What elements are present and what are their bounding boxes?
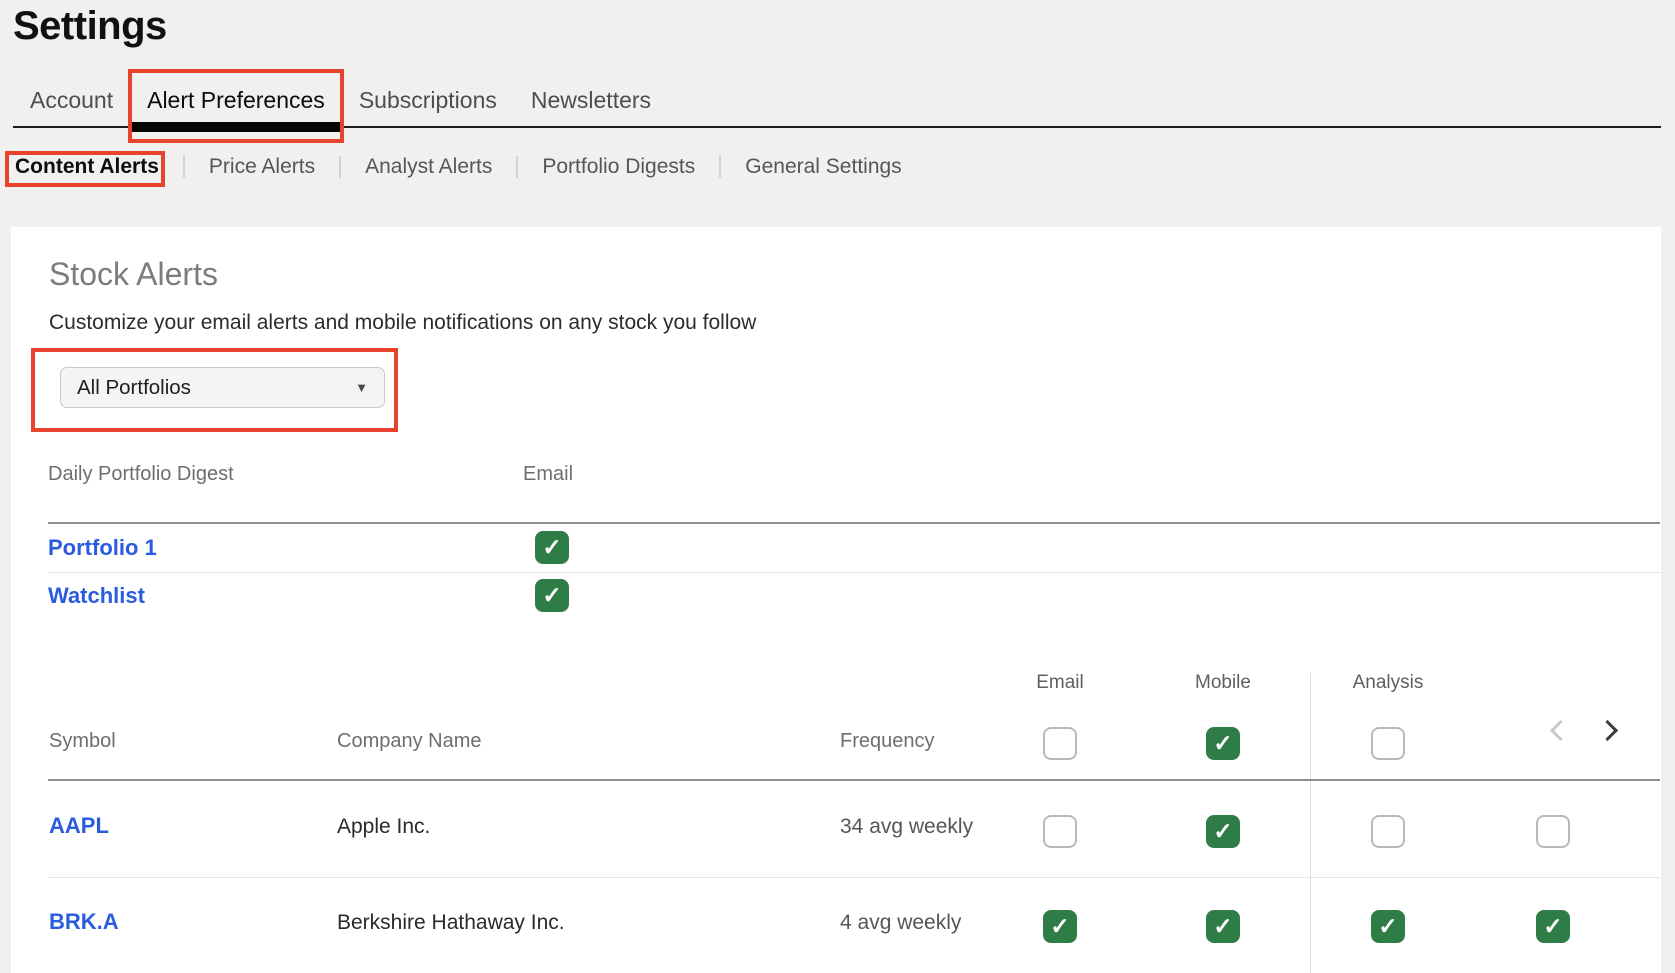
subtab-portfolio-digests[interactable]: Portfolio Digests [518, 155, 719, 179]
tab-alert-preferences[interactable]: Alert Preferences [130, 84, 342, 126]
master-email-checkbox[interactable] [1043, 727, 1077, 760]
aapl-email-checkbox[interactable] [1043, 815, 1077, 848]
tab-newsletters[interactable]: Newsletters [514, 84, 668, 126]
master-mobile-checkbox[interactable] [1206, 727, 1240, 760]
stock-alerts-card: Stock Alerts Customize your email alerts… [11, 227, 1661, 973]
master-analysis-checkbox[interactable] [1371, 727, 1405, 760]
section-description: Customize your email alerts and mobile n… [49, 311, 756, 335]
stock-company-name: Berkshire Hathaway Inc. [337, 911, 565, 935]
digest-header-divider [48, 522, 1660, 524]
portfolio-filter-dropdown[interactable]: All Portfolios ▼ [60, 367, 385, 408]
chevron-left-icon [1549, 720, 1570, 741]
main-tabs: Account Alert Preferences Subscriptions … [13, 84, 1661, 128]
stocks-col-analysis: Analysis [1328, 672, 1448, 694]
subtab-content-alerts[interactable]: Content Alerts [15, 155, 183, 179]
digest-header-title: Daily Portfolio Digest [48, 463, 234, 486]
columns-next-button[interactable] [1596, 719, 1618, 741]
caret-down-icon: ▼ [355, 380, 368, 395]
stock-frequency: 34 avg weekly [840, 815, 973, 839]
stock-symbol-link[interactable]: AAPL [49, 813, 109, 839]
subtab-price-alerts[interactable]: Price Alerts [185, 155, 339, 179]
digest-row-divider [48, 572, 1660, 573]
alert-preferences-subnav: Content Alerts Price Alerts Analyst Aler… [15, 155, 926, 179]
digest-header-email: Email [523, 463, 573, 486]
chevron-right-icon [1596, 720, 1617, 741]
stocks-col-frequency: Frequency [840, 730, 935, 753]
stocks-col-email: Email [1000, 672, 1120, 694]
portfolio-link[interactable]: Portfolio 1 [48, 535, 157, 561]
aapl-analysis-checkbox[interactable] [1371, 815, 1405, 848]
section-heading: Stock Alerts [49, 256, 218, 293]
digest-email-checkbox-watchlist[interactable] [535, 579, 569, 612]
stock-frequency: 4 avg weekly [840, 911, 961, 935]
subtab-general-settings[interactable]: General Settings [721, 155, 925, 179]
watchlist-link[interactable]: Watchlist [48, 583, 145, 609]
digest-email-checkbox-portfolio-1[interactable] [535, 531, 569, 564]
portfolio-filter-value: All Portfolios [77, 376, 191, 400]
subtab-analyst-alerts[interactable]: Analyst Alerts [341, 155, 516, 179]
brka-email-checkbox[interactable] [1043, 910, 1077, 943]
stocks-header-divider [48, 779, 1660, 781]
tab-account[interactable]: Account [13, 84, 130, 126]
brka-analysis-checkbox[interactable] [1371, 910, 1405, 943]
aapl-extra-checkbox[interactable] [1536, 815, 1570, 848]
analysis-column-divider [1310, 673, 1311, 973]
stocks-col-symbol: Symbol [49, 730, 116, 753]
page-title: Settings [13, 4, 167, 49]
stock-company-name: Apple Inc. [337, 815, 430, 839]
stocks-col-mobile: Mobile [1163, 672, 1283, 694]
brka-extra-checkbox[interactable] [1536, 910, 1570, 943]
columns-prev-button[interactable] [1549, 719, 1571, 741]
brka-mobile-checkbox[interactable] [1206, 910, 1240, 943]
tab-subscriptions[interactable]: Subscriptions [342, 84, 514, 126]
stocks-row-divider [48, 877, 1660, 878]
stocks-col-company: Company Name [337, 730, 482, 753]
stock-symbol-link[interactable]: BRK.A [49, 909, 119, 935]
aapl-mobile-checkbox[interactable] [1206, 815, 1240, 848]
